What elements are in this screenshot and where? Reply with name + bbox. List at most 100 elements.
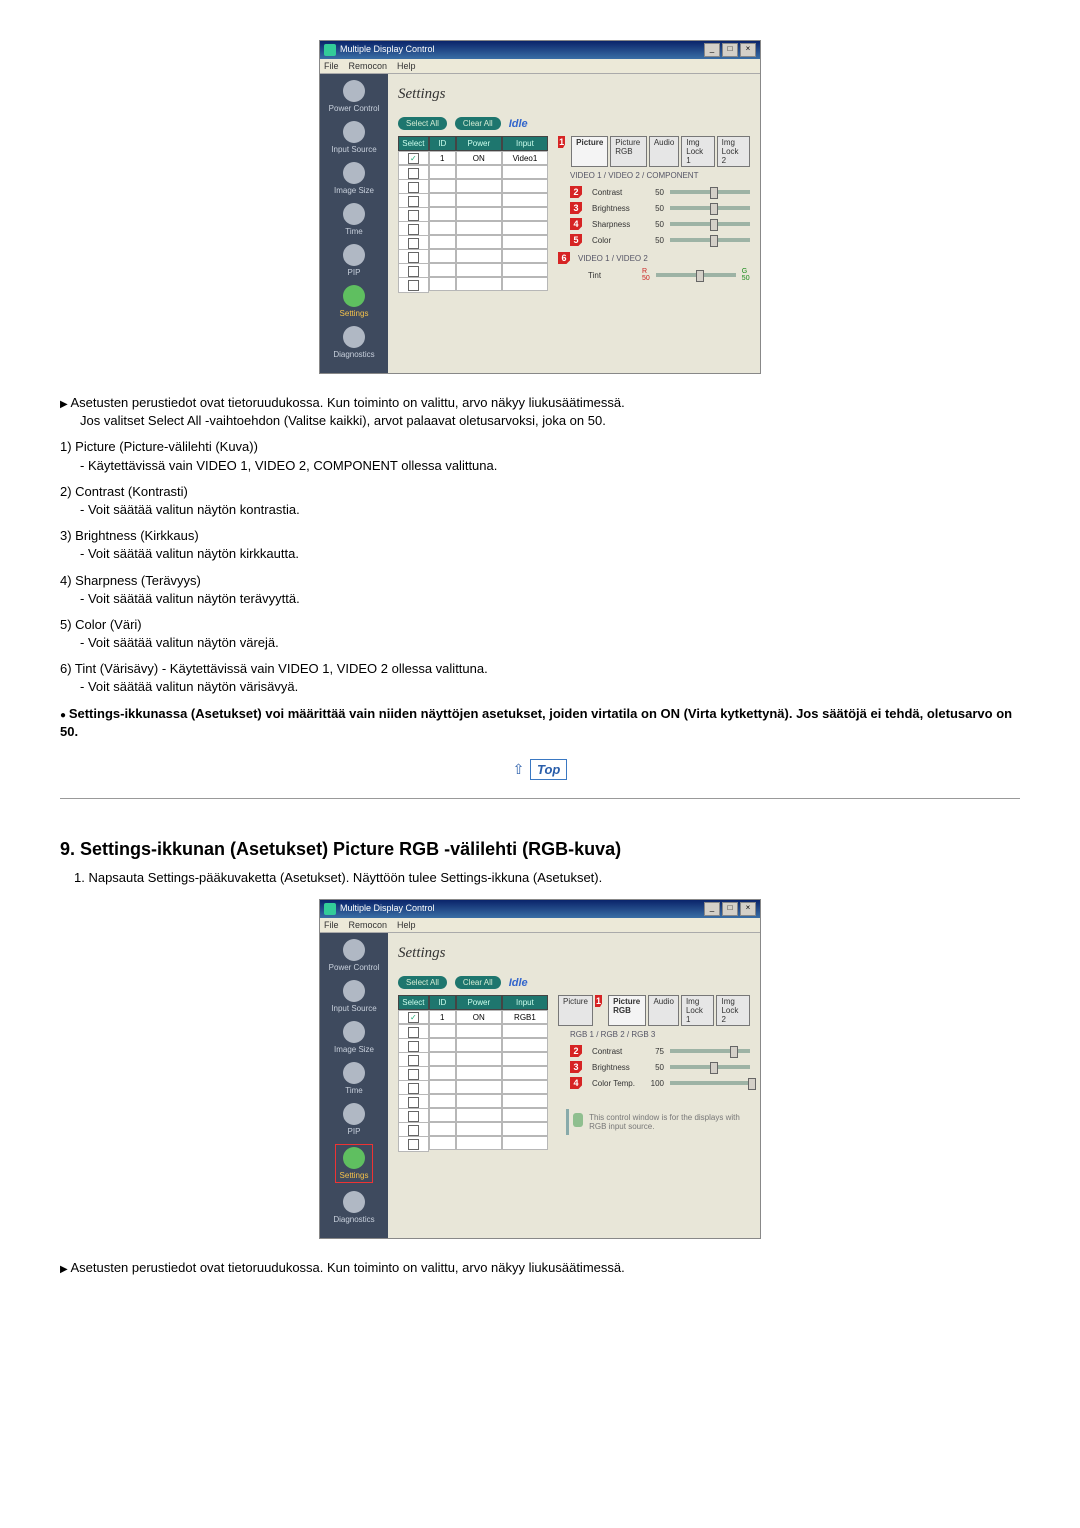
minimize-button[interactable]: _ [704,902,720,916]
sidebar-settings-highlighted[interactable]: Settings [335,1144,374,1183]
tab-audio[interactable]: Audio [648,995,678,1026]
color-slider[interactable] [670,238,750,242]
clear-all-button[interactable]: Clear All [455,117,501,130]
info-text: This control window is for the displays … [589,1113,746,1131]
cell-id: 1 [429,151,456,165]
col-id[interactable]: ID [429,136,456,151]
row-checkbox[interactable] [408,168,419,179]
select-all-button[interactable]: Select All [398,976,447,989]
contrast-slider[interactable] [670,190,750,194]
sidebar-input-source[interactable]: Input Source [331,980,376,1013]
app-icon [324,903,336,915]
tab-picture[interactable]: Picture [571,136,608,167]
col-id[interactable]: ID [429,995,456,1010]
colortemp-slider[interactable] [670,1081,750,1085]
row-checkbox[interactable] [408,153,419,164]
row-checkbox[interactable] [408,1055,419,1066]
brightness-slider[interactable] [670,1065,750,1069]
menu-file[interactable]: File [324,61,339,71]
sidebar-power-control[interactable]: Power Control [329,80,380,113]
row-checkbox[interactable] [408,252,419,263]
note-3: 3) Brightness (Kirkkaus) [60,528,199,543]
separator [60,798,1020,799]
row-checkbox[interactable] [408,224,419,235]
sidebar-time[interactable]: Time [343,1062,365,1095]
contrast-slider[interactable] [670,1049,750,1053]
maximize-button[interactable]: □ [722,902,738,916]
sidebar-settings[interactable]: Settings [340,285,369,318]
row-checkbox[interactable] [408,196,419,207]
menu-help[interactable]: Help [397,61,416,71]
content-area: Settings Select All Clear All Idle Selec… [388,933,760,1238]
row-checkbox[interactable] [408,266,419,277]
menu-help[interactable]: Help [397,920,416,930]
menu-file[interactable]: File [324,920,339,930]
diagnostics-icon [343,1191,365,1213]
notes-block-1: Asetusten perustiedot ovat tietoruudukos… [60,394,1020,741]
tab-picture-rgb[interactable]: Picture RGB [610,136,647,167]
sidebar-image-size[interactable]: Image Size [334,1021,374,1054]
tab-imglock1[interactable]: Img Lock 1 [681,995,715,1026]
sidebar-diagnostics[interactable]: Diagnostics [333,1191,374,1224]
col-input[interactable]: Input [502,995,548,1010]
row-checkbox[interactable] [408,280,419,291]
callout-2: 2 [570,1045,582,1057]
row-checkbox[interactable] [408,1139,419,1150]
col-input[interactable]: Input [502,136,548,151]
note-bullet-sub: Jos valitset Select All -vaihtoehdon (Va… [80,413,606,428]
row-checkbox[interactable] [408,210,419,221]
settings-icon [343,1147,365,1169]
brightness-slider[interactable] [670,206,750,210]
table-row[interactable]: 1 ON RGB1 [398,1010,548,1024]
table-row[interactable]: 1 ON Video1 [398,151,548,165]
callout-5: 5 [570,234,582,246]
settings-icon [343,285,365,307]
tab-imglock2[interactable]: Img Lock 2 [717,136,750,167]
tab-audio[interactable]: Audio [649,136,679,167]
tab-imglock2[interactable]: Img Lock 2 [716,995,750,1026]
row-checkbox[interactable] [408,182,419,193]
row-checkbox[interactable] [408,1083,419,1094]
row-checkbox[interactable] [408,1027,419,1038]
close-button[interactable]: × [740,902,756,916]
sidebar-pip[interactable]: PIP [343,1103,365,1136]
tint-slider[interactable] [656,273,736,277]
tab-imglock1[interactable]: Img Lock 1 [681,136,714,167]
clear-all-button[interactable]: Clear All [455,976,501,989]
row-checkbox[interactable] [408,1069,419,1080]
app-icon [324,44,336,56]
cell-power: ON [456,1010,502,1024]
sidebar: Power Control Input Source Image Size Ti… [320,933,388,1238]
tab-picture[interactable]: Picture [558,995,593,1026]
note-2-sub: - Voit säätää valitun näytön kontrastia. [80,502,300,517]
sidebar-power-control[interactable]: Power Control [329,939,380,972]
col-power[interactable]: Power [456,136,502,151]
row-checkbox[interactable] [408,1097,419,1108]
row-checkbox[interactable] [408,1111,419,1122]
row-checkbox[interactable] [408,238,419,249]
col-power[interactable]: Power [456,995,502,1010]
cell-power: ON [456,151,502,165]
maximize-button[interactable]: □ [722,43,738,57]
sidebar-input-source[interactable]: Input Source [331,121,376,154]
cell-id: 1 [429,1010,456,1024]
sidebar-image-size[interactable]: Image Size [334,162,374,195]
col-select[interactable]: Select [398,995,429,1010]
tab-picture-rgb[interactable]: Picture RGB [608,995,646,1026]
minimize-button[interactable]: _ [704,43,720,57]
sidebar-pip[interactable]: PIP [343,244,365,277]
image-size-icon [343,1021,365,1043]
row-checkbox[interactable] [408,1041,419,1052]
row-checkbox[interactable] [408,1125,419,1136]
select-all-button[interactable]: Select All [398,117,447,130]
menu-remocon[interactable]: Remocon [349,920,388,930]
back-to-top[interactable]: ⇧ Top [60,759,1020,780]
sidebar-time[interactable]: Time [343,203,365,236]
col-select[interactable]: Select [398,136,429,151]
note-1: 1) Picture (Picture-välilehti (Kuva)) [60,439,258,454]
row-checkbox[interactable] [408,1012,419,1023]
sharpness-slider[interactable] [670,222,750,226]
sidebar-diagnostics[interactable]: Diagnostics [333,326,374,359]
close-button[interactable]: × [740,43,756,57]
menu-remocon[interactable]: Remocon [349,61,388,71]
